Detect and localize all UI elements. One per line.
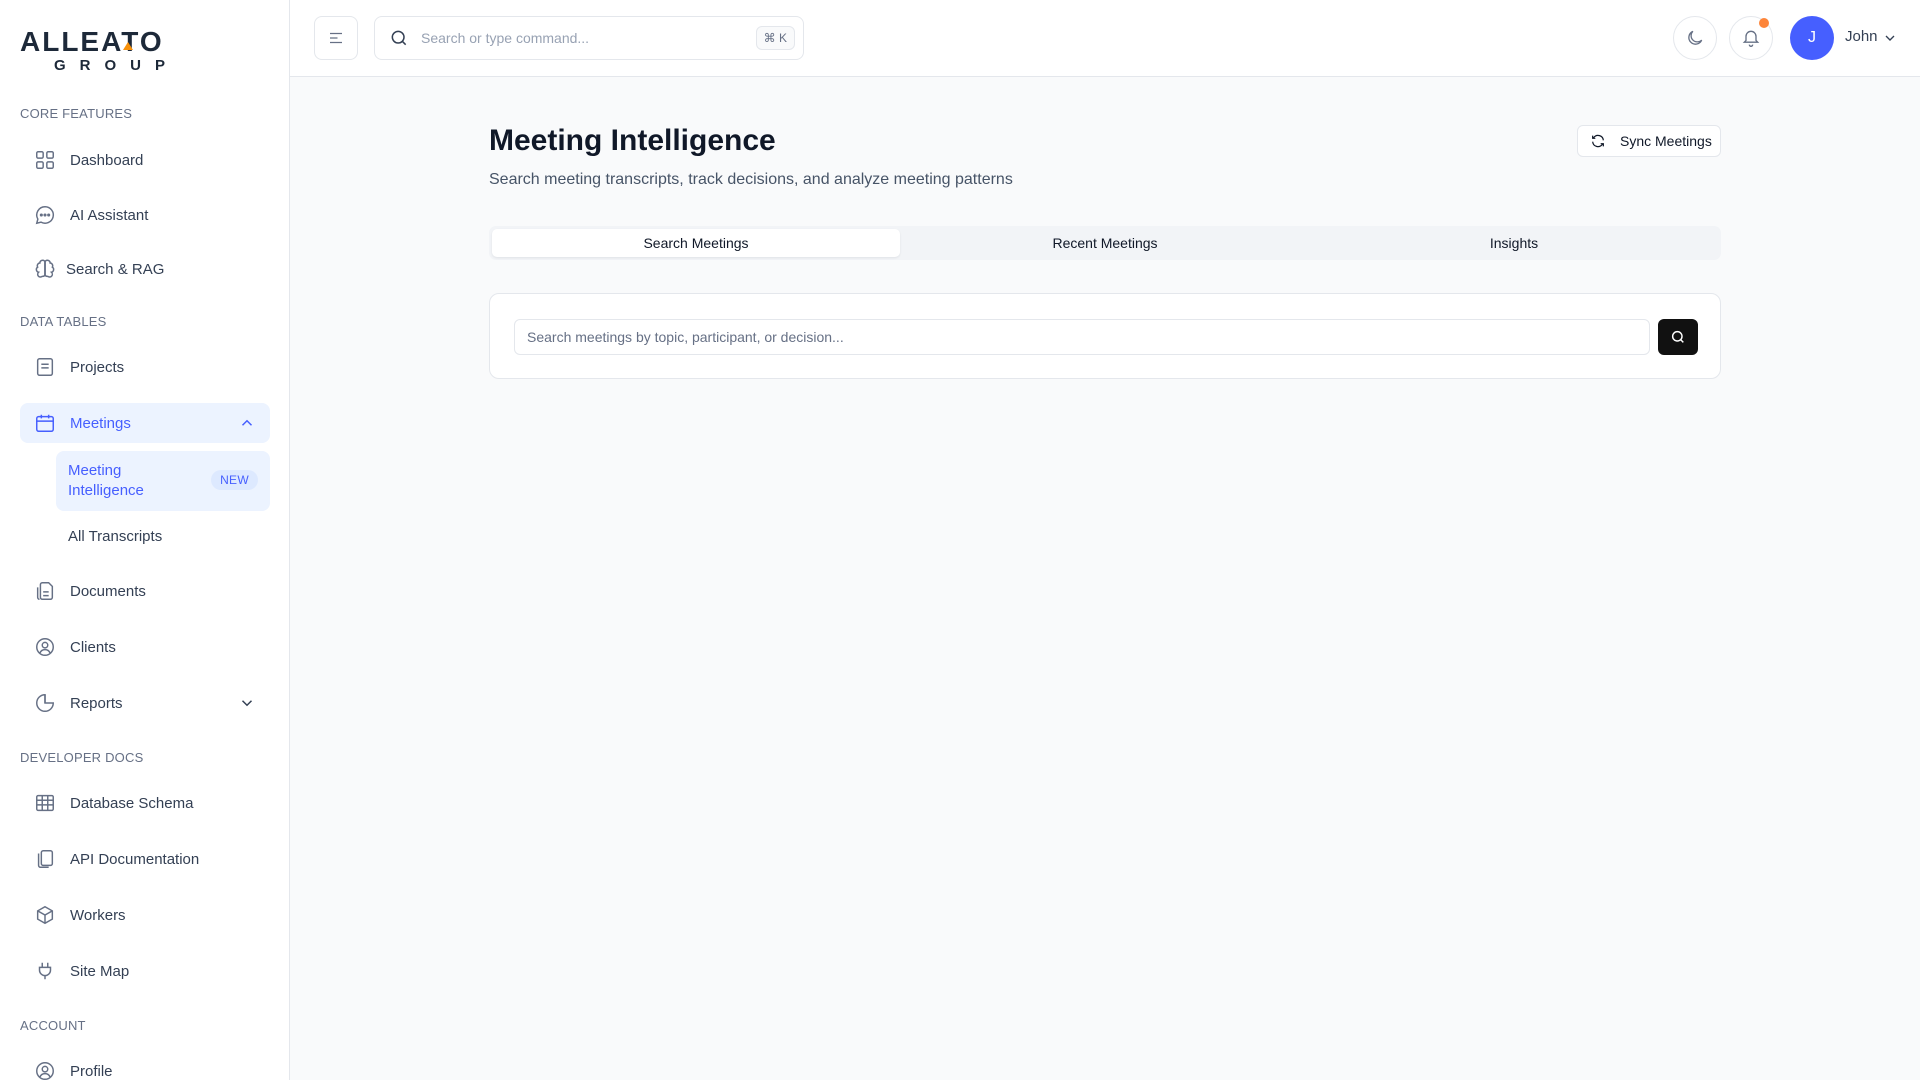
meeting-search-button[interactable] [1658,319,1698,355]
sidebar-item-reports[interactable]: Reports [20,683,270,723]
sidebar-item-label: Workers [70,906,126,924]
sidebar-item-site-map[interactable]: Site Map [20,951,270,991]
chevron-down-icon[interactable] [1882,30,1898,46]
section-title-core: CORE FEATURES [20,106,133,121]
sidebar-subitem-all-transcripts[interactable]: All Transcripts [56,525,270,547]
table-icon [34,792,56,814]
section-title-data: DATA TABLES [20,314,107,329]
moon-icon [1688,30,1703,45]
sidebar-item-database-schema[interactable]: Database Schema [20,783,270,823]
sidebar-subitem-label: Meeting Intelligence [68,461,144,501]
sidebar-item-label: Database Schema [70,794,194,812]
sidebar-item-meetings[interactable]: Meetings [20,403,270,443]
global-search-input[interactable] [421,30,741,46]
page-subtitle: Search meeting transcripts, track decisi… [489,171,1013,188]
list-icon [34,356,56,378]
theme-toggle-button[interactable] [1673,16,1717,60]
meeting-search-input[interactable] [514,319,1650,355]
sidebar-item-label: Meetings [70,414,131,432]
meeting-tabs: Search Meetings Recent Meetings Insights [489,226,1721,260]
section-title-account: ACCOUNT [20,1018,86,1033]
new-badge: NEW [211,470,258,490]
document-icon [34,580,56,602]
sidebar-item-api-documentation[interactable]: API Documentation [20,839,270,879]
search-icon [391,30,407,46]
sidebar-item-search-rag[interactable]: Search & RAG [20,249,270,289]
tab-insights[interactable]: Insights [1310,229,1718,257]
chevron-up-icon [241,419,253,426]
top-header: ⌘ K J John [290,0,1920,77]
bell-icon [1742,30,1760,47]
search-icon [1671,330,1684,343]
sidebar-item-documents[interactable]: Documents [20,571,270,611]
sidebar-item-label: API Documentation [70,850,200,868]
svg-text:ALLEATO: ALLEATO [20,28,164,57]
tab-search-meetings[interactable]: Search Meetings [492,229,900,257]
section-title-dev: DEVELOPER DOCS [20,750,144,765]
sidebar-item-profile[interactable]: Profile [20,1051,270,1080]
user-circle-icon [34,636,56,658]
shortcut-hint: ⌘ K [755,26,795,50]
notifications-button[interactable] [1729,16,1773,60]
brain-icon [34,258,56,280]
label-line-2: Intelligence [68,482,144,499]
page-title: Meeting Intelligence [489,124,776,157]
sidebar-item-workers[interactable]: Workers [20,895,270,935]
notification-dot [1759,18,1769,28]
alleato-group-logo[interactable]: ALLEATO GROUP [20,28,202,74]
chevron-down-icon [241,700,253,707]
pages-icon [34,848,56,870]
meeting-search-card [489,293,1721,379]
box-icon [34,904,56,926]
label-line-1: Meeting [68,462,122,479]
sidebar-item-label: Reports [70,694,123,712]
grid-icon [34,149,56,171]
global-search[interactable]: ⌘ K [374,16,804,60]
sync-meetings-label: Sync Meetings [1620,133,1712,149]
sync-meetings-button[interactable]: Sync Meetings [1577,125,1721,157]
sidebar-item-label: Search & RAG [66,260,165,278]
sidebar-item-clients[interactable]: Clients [20,627,270,667]
svg-text:GROUP: GROUP [54,57,179,74]
sidebar-item-label: Documents [70,582,146,600]
chat-icon [34,204,56,226]
refresh-icon [1592,134,1604,148]
sidebar: ALLEATO GROUP CORE FEATURES Dashboard AI… [0,0,290,1080]
sidebar-subitem-label: All Transcripts [68,527,163,545]
plug-icon [34,960,56,982]
sidebar-item-label: Clients [70,638,116,656]
sidebar-toggle-button[interactable] [314,16,358,60]
sidebar-item-projects[interactable]: Projects [20,347,270,387]
sidebar-item-label: AI Assistant [70,206,149,224]
sidebar-item-label: Dashboard [70,151,144,169]
user-circle-icon [34,1060,56,1080]
sidebar-item-label: Profile [70,1062,113,1080]
tab-recent-meetings[interactable]: Recent Meetings [901,229,1309,257]
sidebar-item-label: Projects [70,358,125,376]
user-name[interactable]: John [1845,28,1878,45]
sidebar-item-label: Site Map [70,962,130,980]
sidebar-item-ai-assistant[interactable]: AI Assistant [20,195,270,235]
sidebar-item-dashboard[interactable]: Dashboard [20,140,270,180]
menu-icon [330,32,342,44]
pie-chart-icon [34,692,56,714]
sidebar-subitem-meeting-intelligence[interactable]: Meeting Intelligence NEW [56,451,270,511]
avatar[interactable]: J [1790,16,1834,60]
calendar-icon [34,412,56,434]
